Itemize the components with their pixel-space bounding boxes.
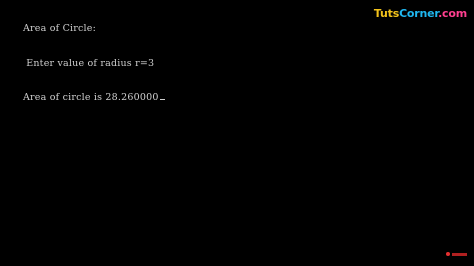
dos-console-screen: Area of Circle: Enter value of radius r=…	[0, 0, 474, 266]
record-dot-icon	[446, 252, 450, 256]
watermark-logo: TutsCorner.com	[374, 7, 467, 20]
console-line-result: Area of circle is 28.260000	[23, 92, 165, 104]
logo-com: .com	[438, 7, 467, 20]
recording-indicator-icon	[446, 251, 468, 257]
record-bar-icon	[452, 252, 467, 256]
logo-corner: Corner	[399, 7, 439, 20]
console-output: Area of Circle: Enter value of radius r=…	[23, 0, 165, 127]
logo-tuts: Tuts	[373, 7, 400, 20]
console-result-text: Area of circle is 28.260000	[23, 92, 159, 103]
text-cursor	[159, 99, 165, 100]
console-line-prompt: Enter value of radius r=3	[23, 57, 155, 69]
console-line-title: Area of Circle:	[23, 23, 96, 34]
